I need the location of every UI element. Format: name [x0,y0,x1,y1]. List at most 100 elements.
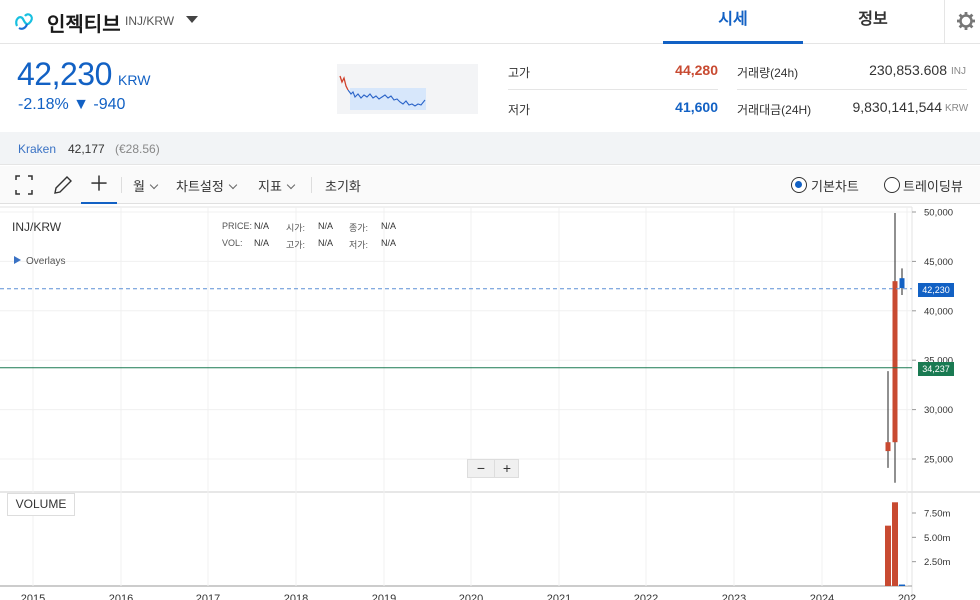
zoom-control: − + [467,459,519,478]
pane-symbol: INJ/KRW [12,220,62,234]
volume-unit: INJ [951,66,966,77]
volume-value: 230,853.608 [869,62,947,78]
tab-info[interactable]: 정보 [803,0,943,44]
exchange-name[interactable]: Kraken [18,142,56,156]
legend-high-value: N/A [318,238,334,248]
chart-grid [0,206,980,600]
x-tick-label: 2022 [634,593,658,600]
volume-bar [899,584,905,586]
volume-bar [885,525,891,586]
divider [121,177,122,193]
triangle-right-icon [14,256,21,264]
chevron-down-icon[interactable] [186,16,198,23]
legend-price-value: N/A [254,221,270,231]
x-tick-label: 2021 [547,593,571,600]
crosshair-icon[interactable] [81,166,117,204]
price-lines [0,288,912,369]
basic-chart-radio[interactable] [791,177,807,193]
coin-name: 인젝티브 [47,14,121,36]
legend-close-value: N/A [381,221,397,231]
vol-tick-label: 2.50m [924,557,950,568]
zoom-in-button[interactable]: + [494,460,519,477]
price-change: -2.18% ▼ -940 [18,96,126,113]
exchange-price: 42,177 [68,142,105,156]
amount-unit: KRW [945,103,969,114]
overlays-toggle[interactable]: Overlays [14,256,65,267]
x-tick-label: 2019 [372,593,396,600]
volume-bars [885,502,905,586]
legend-open-label: 시가: [286,223,306,233]
price-chart[interactable]: 2015 2016 2017 2018 2019 2020 2021 2022 2023 2024… [0,205,980,600]
tradingview-radio[interactable] [884,177,900,193]
injective-logo-icon [15,13,33,30]
vol-tick-label: 5.00m [924,533,950,544]
y-tick-label: 30,000 [924,405,953,416]
legend-price-label: PRICE: [222,221,253,231]
indicator-label: 지표 [258,179,282,194]
legend-low-value: N/A [381,238,397,248]
volume-bar [892,502,898,586]
candle-body [892,281,898,443]
line-price-tag: 34,237 [918,362,954,376]
chart-toolbar: 월 차트설정 지표 초기화 기본차트 트레이딩뷰 [0,166,980,204]
pencil-icon[interactable] [44,166,80,204]
candle-body [899,278,905,289]
legend-vol-label: VOL: [222,238,243,248]
amount-label: 거래대금(24H) [737,103,812,117]
current-price-tag: 42,230 [918,283,954,297]
vol-tick-label: 7.50m [924,509,950,520]
fullscreen-icon[interactable] [6,166,42,204]
legend-vol-value: N/A [254,238,270,248]
x-tick-label: 2017 [196,593,220,600]
price-sparkline [337,64,478,114]
axis-ticks: 2015 2016 2017 2018 2019 2020 2021 2022 2023 2024… [21,208,953,600]
x-tick-label: 2018 [284,593,308,600]
candles [885,212,905,483]
chevron-down-icon [228,180,238,190]
reset-button[interactable]: 초기화 [325,176,361,195]
price-unit: KRW [118,72,151,88]
amount-value: 9,830,141,544 [852,99,942,115]
basic-chart-label[interactable]: 기본차트 [811,176,859,195]
overlays-label: Overlays [26,256,66,267]
low-label: 저가 [508,103,531,117]
chart-settings-label: 차트설정 [176,179,224,194]
exchange-eur-price: (€28.56) [115,142,160,156]
settings-button[interactable] [944,0,980,44]
divider [737,89,967,90]
zoom-out-button[interactable]: − [468,460,494,477]
x-tick-label: 202 [898,593,916,600]
x-tick-label: 2024 [810,593,834,600]
x-tick-label: 2015 [21,593,45,600]
candle-body [885,442,891,452]
exchange-bar: Kraken 42,177 (€28.56) [0,132,980,165]
gear-icon [957,12,975,30]
chevron-down-icon [286,180,296,190]
legend-high-label: 고가: [286,240,306,250]
tab-price[interactable]: 시세 [663,0,803,44]
x-tick-label: 2020 [459,593,483,600]
coin-pair[interactable]: INJ/KRW [125,14,174,28]
chevron-down-icon [149,180,159,190]
y-tick-label: 50,000 [924,208,953,219]
x-tick-label: 2016 [109,593,133,600]
divider [508,89,718,90]
low-value: 41,600 [675,99,718,115]
legend-low-label: 저가: [349,240,369,250]
volume-label: VOLUME [7,493,75,516]
period-label: 월 [133,179,145,194]
y-tick-label: 40,000 [924,306,953,317]
high-label: 고가 [508,66,531,80]
legend-open-value: N/A [318,221,334,231]
x-tick-label: 2023 [722,593,746,600]
indicator-dropdown[interactable]: 지표 [258,176,296,195]
current-price: 42,230 [17,56,112,92]
divider [311,177,312,193]
volume-label: 거래량(24h) [737,66,799,80]
chart-settings-dropdown[interactable]: 차트설정 [176,176,238,195]
period-dropdown[interactable]: 월 [133,176,159,195]
header: 인젝티브 INJ/KRW 시세 정보 [0,0,980,44]
tradingview-label[interactable]: 트레이딩뷰 [903,176,963,195]
y-tick-label: 25,000 [924,455,953,466]
legend-close-label: 종가: [349,223,369,233]
